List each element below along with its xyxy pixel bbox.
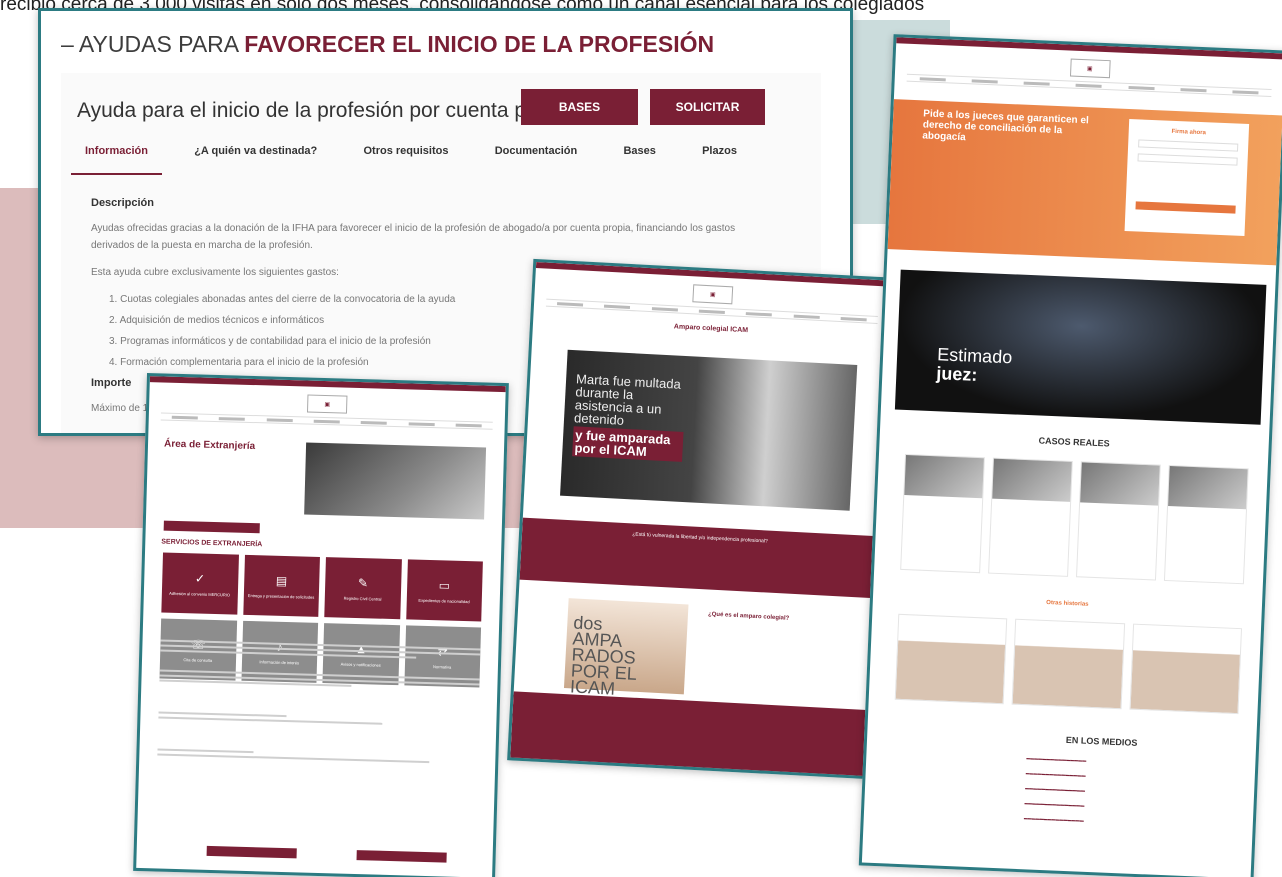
check-icon: ✓: [194, 570, 206, 586]
hero-photo: [304, 442, 487, 520]
form-input[interactable]: [1138, 139, 1239, 152]
form-submit-button[interactable]: [1135, 201, 1236, 214]
media-title: EN LOS MEDIOS: [1065, 734, 1138, 748]
icam-logo: ▣: [1069, 58, 1111, 79]
folder-icon: ▭: [438, 577, 451, 593]
footer-button[interactable]: [206, 845, 297, 859]
news-card[interactable]: [1129, 623, 1243, 715]
tab-destinatarios[interactable]: ¿A quién va destinada?: [180, 145, 331, 175]
hero-title: Pide a los jueces que garanticen el dere…: [922, 108, 1089, 144]
heading-prefix: – AYUDAS PARA: [61, 31, 245, 57]
page-heading: – AYUDAS PARA FAVORECER EL INICIO DE LA …: [61, 31, 714, 58]
desc-title: Descripción: [91, 197, 154, 209]
document-icon: ▤: [275, 573, 288, 588]
tile-label: Expedientes de nacionalidad: [418, 597, 470, 604]
screenshot-conciliacion-page: ▣ Pide a los jueces que garanticen el de…: [858, 34, 1282, 877]
tile-label: Entrega y presentación de solicitudes: [247, 592, 315, 600]
footer-buttons: [206, 845, 447, 863]
services-title: SERVICIOS DE EXTRANJERÍA: [161, 538, 263, 549]
media-item[interactable]: ▬▬▬▬▬▬▬▬▬▬▬▬▬▬▬: [1025, 785, 1225, 798]
case-card[interactable]: [1163, 464, 1249, 585]
amparo-question: ¿Qué es el amparo colegial?: [707, 611, 790, 622]
amparo-video[interactable]: Marta fue multada durante la asistencia …: [560, 349, 858, 511]
cases-title: CASOS REALES: [1038, 435, 1110, 449]
media-item[interactable]: ▬▬▬▬▬▬▬▬▬▬▬▬▬▬▬: [1026, 770, 1226, 783]
band-text: ¿Está tú vulnerada la libertad y/o indep…: [632, 531, 768, 545]
question-band: ¿Está tú vulnerada la libertad y/o indep…: [519, 517, 879, 599]
hero-banner: Pide a los jueces que garanticen el dere…: [887, 99, 1282, 266]
service-tile[interactable]: ▭ Expedientes de nacionalidad: [405, 559, 483, 622]
amparos-logo-text: dos AMPA RADOS POR EL ICAM: [569, 612, 637, 699]
tab-documentacion[interactable]: Documentación: [481, 145, 592, 175]
icam-logo: ▣: [306, 394, 348, 414]
site-topbar: [896, 37, 1282, 60]
signature-form[interactable]: Firma ahora: [1124, 119, 1250, 236]
page-title: Área de Extranjería: [163, 438, 256, 453]
media-item[interactable]: ▬▬▬▬▬▬▬▬▬▬▬▬▬▬▬: [1024, 815, 1224, 828]
news-card[interactable]: [1011, 618, 1125, 710]
heading-accent: FAVORECER EL INICIO DE LA PROFESIÓN: [244, 31, 715, 57]
form-input[interactable]: [1137, 153, 1238, 166]
site-nav: [160, 412, 493, 430]
cta-button[interactable]: [163, 520, 260, 534]
service-tile[interactable]: ✎ Registro Cívil Central: [324, 557, 402, 620]
case-card[interactable]: [900, 453, 985, 574]
video-caption-highlight: y fue amparada por el ICAM: [572, 426, 684, 462]
media-item[interactable]: ▬▬▬▬▬▬▬▬▬▬▬▬▬▬▬: [1026, 755, 1226, 768]
card-title: Ayuda para el inicio de la profesión por…: [77, 99, 573, 122]
tab-otros-requisitos[interactable]: Otros requisitos: [349, 145, 462, 175]
video-caption: Marta fue multada durante la asistencia …: [573, 371, 682, 428]
footer-button[interactable]: [356, 850, 447, 863]
desc-text: Ayudas ofrecidas gracias a la donación d…: [91, 223, 736, 251]
media-item[interactable]: ▬▬▬▬▬▬▬▬▬▬▬▬▬▬▬: [1024, 800, 1224, 813]
cases-grid: [900, 453, 1249, 585]
tile-label: Registro Cívil Central: [343, 595, 382, 602]
tab-bases[interactable]: Bases: [609, 145, 669, 175]
media-list: ▬▬▬▬▬▬▬▬▬▬▬▬▬▬▬ ▬▬▬▬▬▬▬▬▬▬▬▬▬▬▬ ▬▬▬▬▬▬▬▬…: [1023, 755, 1226, 838]
edit-icon: ✎: [357, 575, 369, 590]
news-carousel: [894, 613, 1243, 715]
screenshot-extranjeria-page: ▣ Área de Extranjería SERVICIOS DE EXTRA…: [133, 373, 509, 877]
case-card[interactable]: [1076, 461, 1161, 581]
tab-plazos[interactable]: Plazos: [688, 145, 751, 175]
body-text-lines: [157, 637, 481, 768]
video-text: Estimado juez:: [936, 344, 1013, 386]
news-title: Otras historias: [1046, 599, 1089, 608]
campaign-video[interactable]: Estimado juez:: [894, 269, 1267, 425]
service-tile[interactable]: ✓ Adhesión al convenio MERCURIO: [161, 552, 239, 615]
screenshot-amparo-page: ▣ Amparo colegial ICAM Marta fue multada…: [507, 258, 895, 780]
video-text-line2: juez:: [936, 363, 978, 385]
tab-bar: Información ¿A quién va destinada? Otros…: [71, 145, 751, 175]
tile-label: Adhesión al convenio MERCURIO: [169, 590, 231, 597]
solicitar-button[interactable]: SOLICITAR: [650, 89, 765, 125]
tab-informacion[interactable]: Información: [71, 145, 162, 175]
news-card[interactable]: [894, 613, 1008, 705]
bases-button[interactable]: BASES: [521, 89, 638, 125]
icam-logo: ▣: [692, 284, 734, 305]
form-title: Firma ahora: [1171, 128, 1207, 137]
site-footer: [509, 691, 870, 780]
service-tile[interactable]: ▤ Entrega y presentación de solicitudes: [242, 554, 320, 617]
case-card[interactable]: [988, 457, 1073, 577]
